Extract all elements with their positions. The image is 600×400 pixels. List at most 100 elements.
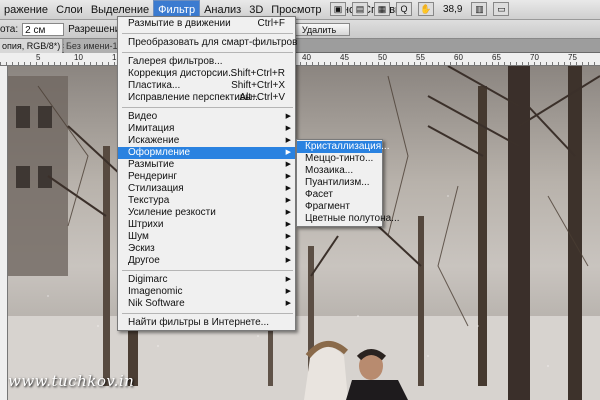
menu-item-label: Рендеринг <box>128 171 178 182</box>
shortcut-text: Alt+Ctrl+V <box>239 92 285 103</box>
document-tabs: опия, RGB/8*) × Без имени-1 @ <box>0 39 600 53</box>
menu-item-brush-strokes[interactable]: Штрихи ▶ <box>118 219 295 231</box>
menu-item-label: Штрихи <box>128 219 164 230</box>
menu-item-convert-smart-filters[interactable]: Преобразовать для смарт-фильтров <box>118 37 297 49</box>
menu-item-lens-correction[interactable]: Коррекция дисторсии... Shift+Ctrl+R <box>118 68 295 80</box>
menu-item-label: Другое <box>128 255 160 266</box>
menu-image[interactable]: ражение <box>0 0 52 20</box>
menu-item-liquify[interactable]: Пластика... Shift+Ctrl+X <box>118 80 295 92</box>
submenu-arrow-icon: ▶ <box>285 161 291 168</box>
ruler-mark: 5 <box>36 53 41 62</box>
view-extras-icon[interactable]: ▦ <box>374 2 390 16</box>
menu-item-pixelate[interactable]: Оформление ▶ <box>118 147 295 159</box>
arrange-documents-icon[interactable]: ▥ <box>471 2 488 16</box>
menu-item-noise[interactable]: Шум ▶ <box>118 231 295 243</box>
submenu-arrow-icon: ▶ <box>285 173 291 180</box>
ruler-mark: 55 <box>416 53 425 62</box>
ruler-mark: 50 <box>378 53 387 62</box>
shortcut-text: Shift+Ctrl+R <box>230 68 285 79</box>
menu-item-digimarc[interactable]: Digimarc ▶ <box>118 274 295 286</box>
shortcut-text: Shift+Ctrl+X <box>231 80 285 91</box>
submenu-arrow-icon: ▶ <box>285 137 291 144</box>
submenu-item-pointillize[interactable]: Пуантилизм... <box>297 177 382 189</box>
filter-menu: Размытие в движении Ctrl+F Преобразовать … <box>117 16 297 331</box>
tab-document-active[interactable]: опия, RGB/8*) × <box>0 39 68 53</box>
menu-separator <box>122 107 293 108</box>
submenu-arrow-icon: ▶ <box>285 245 291 252</box>
bridge-icon[interactable]: ▣ <box>330 2 346 16</box>
tab-document-untitled[interactable]: Без имени-1 @ <box>64 39 129 53</box>
width-input[interactable]: 2 см <box>22 22 65 36</box>
menu-item-label: Nik Software <box>128 298 185 309</box>
ruler-mark: 40 <box>302 53 311 62</box>
menu-separator <box>122 313 293 314</box>
menu-item-label: Видео <box>128 111 158 122</box>
menu-item-motion-blur[interactable]: Размытие в движении Ctrl+F <box>118 18 295 30</box>
pixelate-submenu: Кристаллизация... Меццо-тинто... Мозаика… <box>296 139 400 227</box>
menu-item-nik-software[interactable]: Nik Software ▶ <box>118 298 295 310</box>
menu-item-sharpen[interactable]: Усиление резкости ▶ <box>118 207 295 219</box>
delete-button[interactable]: Удалить <box>288 23 350 36</box>
submenu-arrow-icon: ▶ <box>285 113 291 120</box>
menu-separator <box>122 33 293 34</box>
menu-layers[interactable]: Слои <box>52 0 87 20</box>
zoom-icon[interactable]: Q <box>396 2 412 16</box>
menu-item-render[interactable]: Рендеринг ▶ <box>118 171 295 183</box>
menu-item-distort[interactable]: Искажение ▶ <box>118 135 295 147</box>
menu-bar: ражение Слои Выделение Фильтр Анализ 3D … <box>0 0 600 20</box>
menu-item-other[interactable]: Другое ▶ <box>118 255 295 267</box>
menu-item-label: Пластика... <box>128 80 181 91</box>
ruler-mark: 60 <box>454 53 463 62</box>
hand-icon[interactable]: ✋ <box>418 2 434 16</box>
menu-item-artistic[interactable]: Имитация ▶ <box>118 123 295 135</box>
width-label: ота: <box>0 23 19 35</box>
menu-item-label: Текстура <box>128 195 170 206</box>
submenu-arrow-icon: ▶ <box>285 276 291 283</box>
submenu-arrow-icon: ▶ <box>285 233 291 240</box>
menu-item-label: Галерея фильтров... <box>128 56 223 67</box>
ruler-mark: 75 <box>568 53 577 62</box>
menu-item-browse-filters-online[interactable]: Найти фильтры в Интернете... <box>118 317 295 329</box>
submenu-arrow-icon: ▶ <box>285 125 291 132</box>
menu-item-stylize[interactable]: Стилизация ▶ <box>118 183 295 195</box>
submenu-item-color-halftone[interactable]: Цветные полутона... <box>297 213 400 225</box>
winter-photo <box>8 66 600 400</box>
submenu-arrow-icon: ▶ <box>285 300 291 307</box>
shortcut-text: Ctrl+F <box>257 18 286 29</box>
menu-item-sketch[interactable]: Эскиз ▶ <box>118 243 295 255</box>
menu-item-texture[interactable]: Текстура ▶ <box>118 195 295 207</box>
submenu-arrow-icon: ▶ <box>285 288 291 295</box>
zoom-level[interactable]: 38,9 <box>440 4 465 15</box>
menu-item-label: Шум <box>128 231 149 242</box>
menu-item-blur[interactable]: Размытие ▶ <box>118 159 295 171</box>
menu-item-video[interactable]: Видео ▶ <box>118 111 295 123</box>
submenu-arrow-icon: ▶ <box>285 197 291 204</box>
ruler-mark: 70 <box>530 53 539 62</box>
submenu-item-facet[interactable]: Фасет <box>297 189 382 201</box>
menu-separator <box>122 52 293 53</box>
submenu-item-mosaic[interactable]: Мозаика... <box>297 165 382 177</box>
submenu-item-mezzotint[interactable]: Меццо-тинто... <box>297 153 382 165</box>
menu-item-imagenomic[interactable]: Imagenomic ▶ <box>118 286 295 298</box>
menu-item-label: Найти фильтры в Интернете... <box>128 317 270 328</box>
menu-item-label: Стилизация <box>128 183 184 194</box>
ruler-mark: 45 <box>340 53 349 62</box>
screen-mode-icon[interactable]: ▭ <box>493 2 510 16</box>
menu-item-label: Digimarc <box>128 274 168 285</box>
options-bar: ота: 2 см Разрешение: Удалить <box>0 20 600 39</box>
ruler-mark: 65 <box>492 53 501 62</box>
submenu-arrow-icon: ▶ <box>285 257 291 264</box>
menu-item-label: Коррекция дисторсии... <box>128 68 237 79</box>
menu-item-label: Имитация <box>128 123 175 134</box>
watermark-text: www.tuchkov.in <box>8 372 135 390</box>
minibridge-icon[interactable]: ▤ <box>352 2 368 16</box>
menu-item-vanishing-point[interactable]: Исправление перспективы... Alt+Ctrl+V <box>118 92 295 104</box>
submenu-item-fragment[interactable]: Фрагмент <box>297 201 382 213</box>
menu-item-filter-gallery[interactable]: Галерея фильтров... <box>118 56 295 68</box>
menu-item-label: Размытие <box>128 159 175 170</box>
menu-separator <box>122 270 293 271</box>
submenu-item-crystallize[interactable]: Кристаллизация... <box>297 141 389 153</box>
menu-item-label: Усиление резкости <box>128 207 216 218</box>
submenu-arrow-icon: ▶ <box>285 185 291 192</box>
photo-canvas[interactable] <box>8 66 600 400</box>
